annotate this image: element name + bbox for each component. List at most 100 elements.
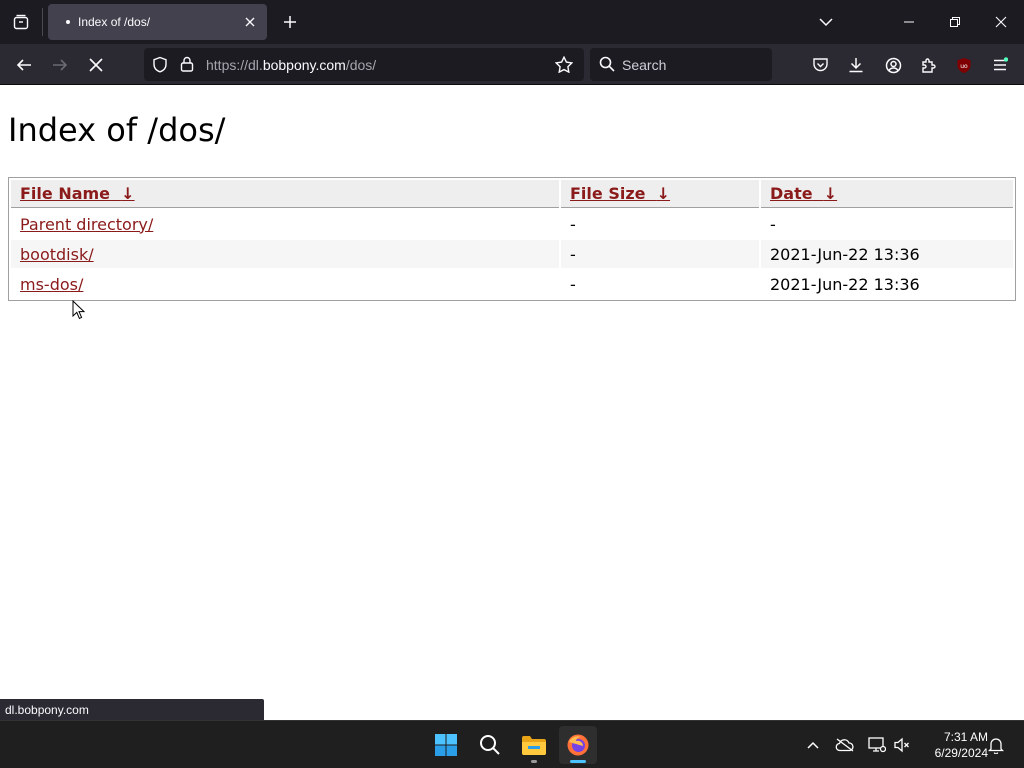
show-hidden-icons-button[interactable] <box>801 733 825 757</box>
cell-size: - <box>561 240 759 268</box>
plus-icon <box>284 16 296 28</box>
tab-list-button[interactable] <box>0 0 42 44</box>
navigation-toolbar: https://dl.bobpony.com/dos/ Search uo <box>0 44 1024 85</box>
bookmark-star-icon[interactable] <box>554 55 574 76</box>
back-button[interactable] <box>9 50 39 80</box>
search-icon <box>480 735 500 755</box>
extensions-button[interactable] <box>916 52 942 78</box>
table-row: Parent directory/ - - <box>11 210 1013 238</box>
cell-name: ms-dos/ <box>11 270 559 298</box>
chevron-up-icon <box>807 741 819 749</box>
tab-separator <box>42 8 43 36</box>
download-icon <box>849 58 863 73</box>
new-tab-button[interactable] <box>278 10 302 34</box>
tab-bar: Index of /dos/ <box>0 0 1024 44</box>
cell-name: Parent directory/ <box>11 210 559 238</box>
minimize-button[interactable] <box>894 8 924 36</box>
search-icon <box>599 56 615 75</box>
forward-button[interactable] <box>45 50 75 80</box>
sort-arrow-icon: ↓ <box>823 184 838 203</box>
search-placeholder: Search <box>622 57 667 73</box>
start-button[interactable] <box>427 726 465 764</box>
column-header-file-name: File Name ↓ <box>11 180 559 208</box>
pocket-icon <box>812 58 828 72</box>
table-header-row: File Name ↓ File Size ↓ Date ↓ <box>11 180 1013 208</box>
volume-tray-button[interactable] <box>890 733 914 757</box>
list-all-tabs-button[interactable] <box>811 8 841 36</box>
account-button[interactable] <box>880 52 906 78</box>
loading-dot-icon <box>66 20 70 24</box>
clock-date: 6/29/2024 <box>934 746 988 760</box>
table-row: bootdisk/ - 2021-Jun-22 13:36 <box>11 240 1013 268</box>
page-content: Index of /dos/ File Name ↓ File Size ↓ D… <box>0 85 1024 720</box>
url-path: /dos/ <box>345 57 377 73</box>
firefox-taskbar-button[interactable] <box>559 726 597 764</box>
tab-list-icon <box>13 14 29 30</box>
lock-icon[interactable] <box>180 56 194 75</box>
running-indicator <box>531 760 537 763</box>
link-status-bar: dl.bobpony.com <box>0 699 264 720</box>
address-bar[interactable]: https://dl.bobpony.com/dos/ <box>144 48 584 81</box>
close-icon <box>245 17 255 27</box>
volume-muted-icon <box>894 737 909 753</box>
sort-by-date-link[interactable]: Date ↓ <box>770 184 837 203</box>
cell-name: bootdisk/ <box>11 240 559 268</box>
svg-text:uo: uo <box>960 63 968 70</box>
app-menu-button[interactable] <box>987 52 1013 78</box>
ublock-origin-button[interactable]: uo <box>951 52 977 78</box>
bootdisk-folder-link[interactable]: bootdisk/ <box>20 245 94 264</box>
windows-taskbar: 7:31 AM 6/29/2024 <box>0 720 1024 768</box>
restore-button[interactable] <box>940 8 970 36</box>
stop-loading-button[interactable] <box>81 50 111 80</box>
close-icon <box>995 16 1007 28</box>
puzzle-icon <box>922 58 936 73</box>
onedrive-tray-button[interactable] <box>833 733 857 757</box>
bell-icon <box>988 737 1004 754</box>
account-icon <box>885 57 901 73</box>
active-indicator <box>570 760 586 763</box>
tab-active[interactable]: Index of /dos/ <box>48 4 267 40</box>
arrow-right-icon <box>53 59 68 71</box>
file-listing-table: File Name ↓ File Size ↓ Date ↓ Parent di… <box>8 177 1016 301</box>
firefox-icon <box>567 734 589 756</box>
page-title: Index of /dos/ <box>8 111 226 149</box>
ms-dos-folder-link[interactable]: ms-dos/ <box>20 275 83 294</box>
clock-time: 7:31 AM <box>943 730 988 744</box>
ublock-shield-icon: uo <box>957 57 971 73</box>
close-icon <box>89 58 103 72</box>
parent-directory-link[interactable]: Parent directory/ <box>20 215 153 234</box>
arrow-left-icon <box>16 59 31 71</box>
file-explorer-button[interactable] <box>515 726 553 764</box>
network-tray-button[interactable] <box>865 733 889 757</box>
column-header-date: Date ↓ <box>761 180 1013 208</box>
close-window-button[interactable] <box>986 8 1016 36</box>
url-prefix: https://dl. <box>206 57 263 73</box>
column-label: File Name <box>20 184 111 203</box>
sort-by-file-name-link[interactable]: File Name ↓ <box>20 184 135 203</box>
pocket-button[interactable] <box>807 52 833 78</box>
downloads-button[interactable] <box>843 52 869 78</box>
notifications-button[interactable] <box>984 733 1008 757</box>
cloud-offline-icon <box>835 738 854 752</box>
table-row: ms-dos/ - 2021-Jun-22 13:36 <box>11 270 1013 298</box>
cell-size: - <box>570 274 576 294</box>
column-label: Date <box>770 184 813 203</box>
network-icon <box>868 737 886 753</box>
tab-close-button[interactable] <box>239 11 261 33</box>
folder-icon <box>522 736 546 755</box>
sort-by-file-size-link[interactable]: File Size ↓ <box>570 184 670 203</box>
mouse-cursor-icon <box>72 300 86 320</box>
column-header-file-size: File Size ↓ <box>561 180 759 208</box>
search-bar[interactable]: Search <box>590 48 772 81</box>
windows-logo-icon <box>435 734 457 756</box>
taskbar-clock[interactable]: 7:31 AM 6/29/2024 <box>918 729 988 761</box>
tracking-protection-shield-icon[interactable] <box>152 56 168 76</box>
cell-date: 2021-Jun-22 13:36 <box>761 240 1013 268</box>
cell-date: - <box>770 214 776 234</box>
cell-size: - <box>570 214 576 234</box>
hamburger-menu-icon <box>994 57 1008 71</box>
tab-title: Index of /dos/ <box>78 15 151 29</box>
sort-arrow-icon: ↓ <box>656 184 671 203</box>
cell-date: 2021-Jun-22 13:36 <box>770 274 920 294</box>
taskbar-search-button[interactable] <box>471 726 509 764</box>
